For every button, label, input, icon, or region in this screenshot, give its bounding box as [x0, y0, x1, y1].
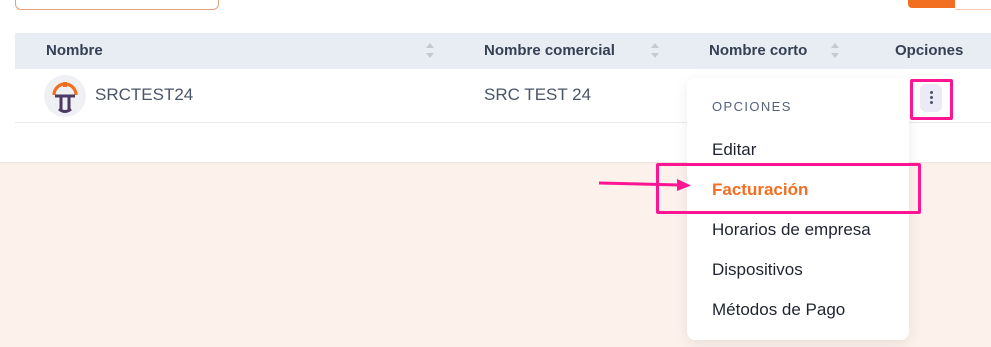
menu-item-horarios-de-empresa[interactable]: Horarios de empresa: [712, 220, 871, 240]
search-input[interactable]: [15, 0, 219, 10]
sort-icon[interactable]: [651, 42, 659, 60]
cell-nombre: SRCTEST24: [95, 85, 194, 104]
sort-icon[interactable]: [831, 42, 839, 60]
pointer-arrow-icon: [599, 179, 691, 191]
primary-action-button[interactable]: [908, 0, 955, 8]
highlight-box-options: [910, 79, 953, 120]
column-header-nombre-comercial[interactable]: Nombre comercial: [484, 33, 615, 69]
column-header-nombre[interactable]: Nombre: [46, 33, 103, 69]
table-header: Nombre Nombre comercial Nombre corto Opc…: [15, 33, 991, 69]
column-header-nombre-corto[interactable]: Nombre corto: [709, 33, 807, 69]
secondary-action-button[interactable]: [955, 0, 991, 10]
menu-title: OPCIONES: [712, 99, 792, 114]
column-header-opciones: Opciones: [895, 42, 964, 59]
menu-item-editar[interactable]: Editar: [712, 140, 756, 160]
company-logo-icon: [44, 75, 86, 117]
cell-nombre-comercial: SRC TEST 24: [484, 85, 592, 104]
menu-item-metodos-de-pago[interactable]: Métodos de Pago: [712, 300, 845, 320]
menu-item-dispositivos[interactable]: Dispositivos: [712, 260, 803, 280]
sort-icon[interactable]: [426, 42, 434, 60]
